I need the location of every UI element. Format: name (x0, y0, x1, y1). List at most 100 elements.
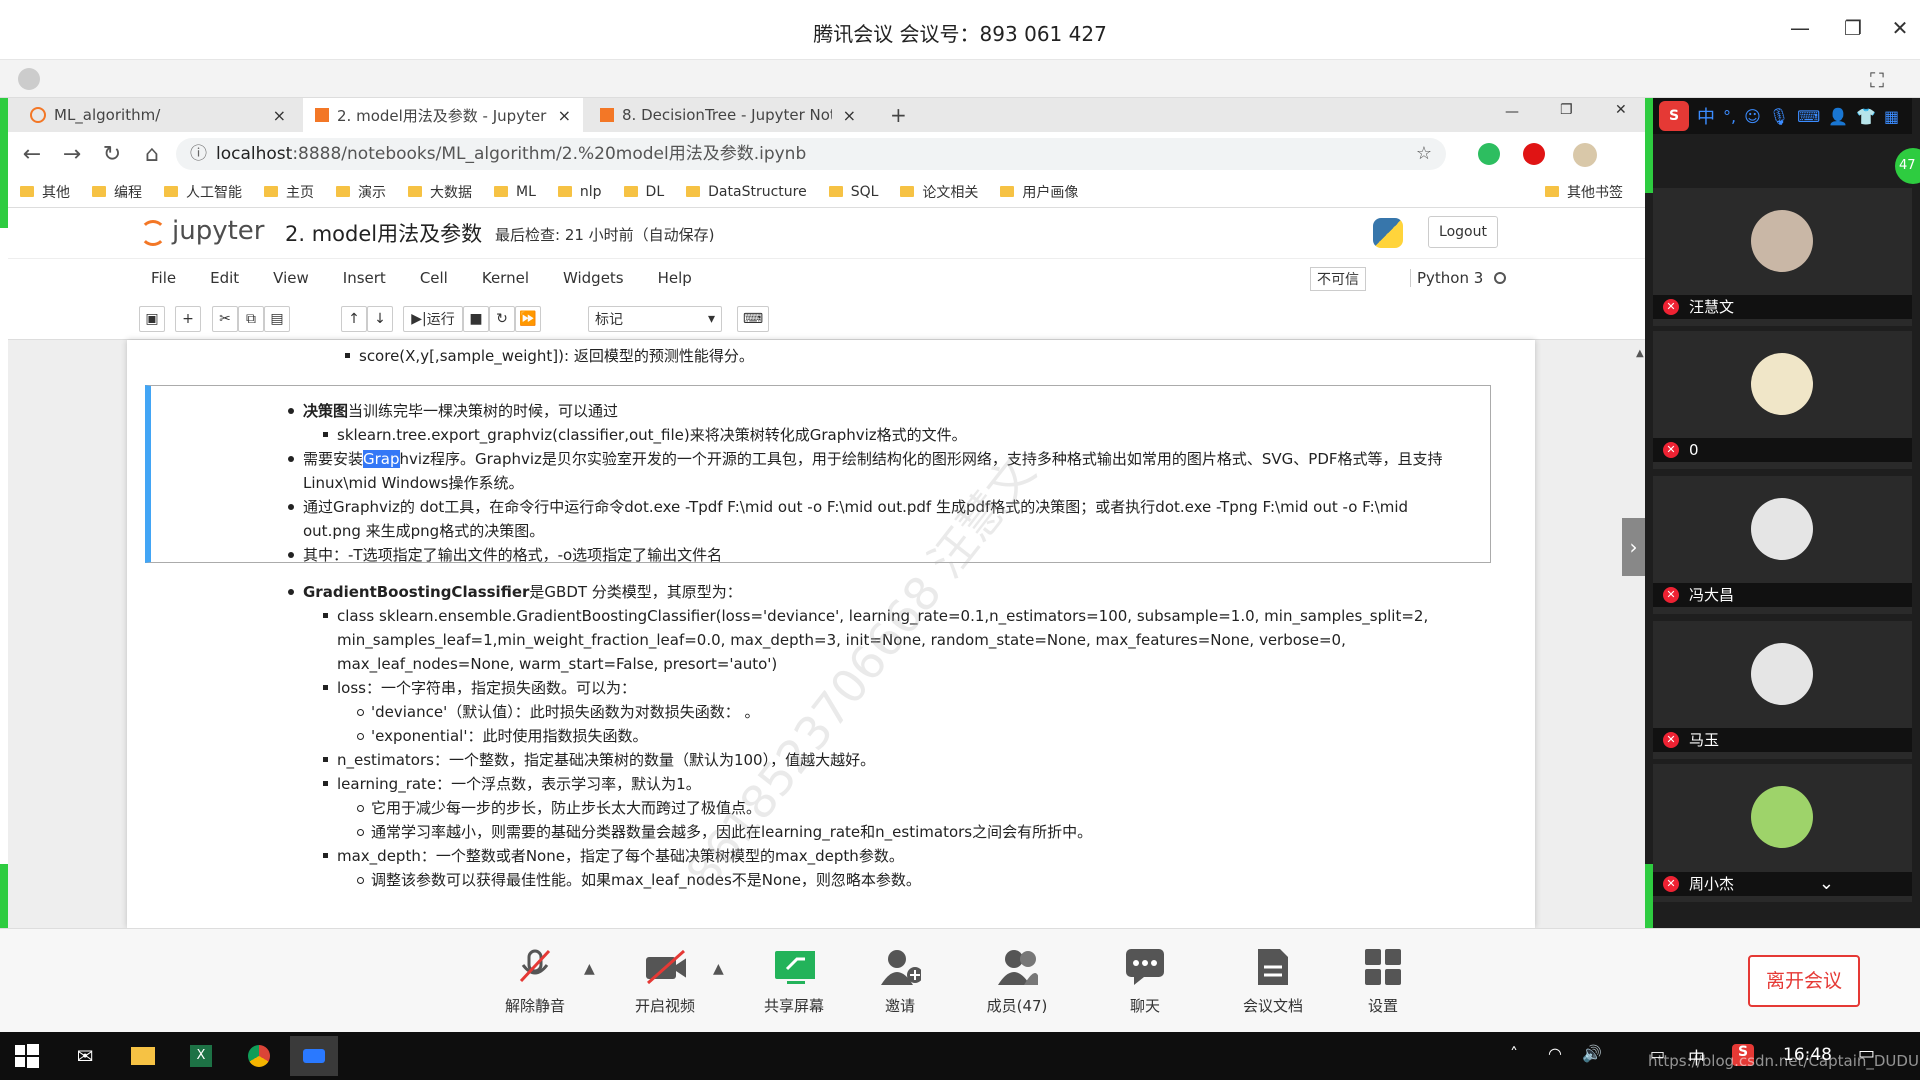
cut-icon[interactable]: ✂ (212, 306, 238, 332)
bookmark-item[interactable]: 用户画像 (1000, 182, 1078, 202)
members-button[interactable]: 成员(47) (962, 947, 1072, 1016)
tab-close-icon[interactable]: × (273, 106, 286, 125)
ime-chinese-label[interactable]: 中 (1697, 103, 1715, 129)
share-screen-button[interactable]: 共享屏幕 (739, 947, 849, 1016)
close-icon[interactable]: ✕ (1885, 16, 1915, 40)
profile-avatar[interactable] (1573, 143, 1597, 167)
url-input[interactable]: ⓘ localhost:8888/notebooks/ML_algorithm/… (176, 138, 1446, 170)
paste-icon[interactable]: ▤ (264, 306, 290, 332)
scroll-up-icon[interactable]: ▲ (1636, 348, 1644, 359)
mic-options-icon[interactable]: ▲ (584, 961, 595, 977)
bookmark-item[interactable]: DataStructure (686, 184, 807, 200)
notebook-title[interactable]: 2. model用法及参数 (285, 218, 482, 248)
bookmark-item[interactable]: DL (623, 184, 664, 200)
emoji-icon[interactable]: ☺ (1744, 107, 1761, 126)
mail-icon[interactable]: ✉ (68, 1040, 102, 1072)
chevron-up-icon[interactable]: ˄ (1510, 1044, 1518, 1063)
windows-start-icon[interactable] (10, 1040, 44, 1072)
menu-insert[interactable]: Insert (343, 269, 386, 287)
new-tab-button[interactable]: + (878, 98, 919, 132)
unmute-button[interactable]: 解除静音 (480, 947, 590, 1016)
folder-icon (92, 186, 106, 197)
logout-button[interactable]: Logout (1428, 216, 1498, 248)
excel-icon[interactable]: X (184, 1040, 218, 1072)
move-down-icon[interactable]: ↓ (367, 306, 393, 332)
bookmark-item[interactable]: 其他 (20, 182, 70, 202)
restore-icon[interactable]: ❐ (1838, 16, 1868, 40)
keyboard-icon[interactable]: ⌨ (1797, 107, 1820, 126)
bookmark-item[interactable]: 人工智能 (164, 182, 242, 202)
menu-view[interactable]: View (273, 269, 309, 287)
tab-decision-tree[interactable]: 8. DecisionTree - Jupyter Not × (588, 98, 868, 132)
text: sklearn.tree.export_graphviz(classifier,… (337, 426, 967, 444)
markdown-cell[interactable]: GradientBoostingClassifier是GBDT 分类模型，其原型… (145, 568, 1491, 928)
tab-ml-algorithm[interactable]: ML_algorithm/ × (18, 98, 298, 132)
run-button[interactable]: ▶| 运行 (403, 306, 463, 332)
browser-restore-icon[interactable]: ❐ (1560, 102, 1573, 118)
bookmark-item[interactable]: SQL (828, 184, 878, 200)
invite-button[interactable]: 邀请 (845, 947, 955, 1016)
menu-help[interactable]: Help (658, 269, 692, 287)
keyboard-icon[interactable]: ⌨ (737, 306, 769, 332)
menu-edit[interactable]: Edit (210, 269, 239, 287)
menu-kernel[interactable]: Kernel (482, 269, 529, 287)
start-video-button[interactable]: 开启视频 (610, 947, 720, 1016)
evernote-extension-icon[interactable] (1478, 143, 1500, 165)
bookmark-item[interactable]: 论文相关 (900, 182, 978, 202)
bookmark-star-icon[interactable]: ☆ (1416, 138, 1432, 170)
bookmark-item[interactable]: 演示 (336, 182, 386, 202)
file-explorer-icon[interactable] (126, 1040, 160, 1072)
reload-icon[interactable]: ↻ (92, 142, 132, 167)
insert-cell-icon[interactable]: + (175, 306, 201, 332)
fullscreen-icon[interactable]: ⛶ (1870, 68, 1884, 92)
volume-icon[interactable]: 🔊 (1582, 1044, 1602, 1063)
restart-icon[interactable]: ↻ (489, 306, 515, 332)
tab-close-icon[interactable]: × (558, 106, 571, 125)
user-icon[interactable]: 👤 (1828, 107, 1848, 126)
wifi-icon[interactable]: ◠ (1548, 1044, 1562, 1063)
copy-icon[interactable]: ⧉ (238, 306, 264, 332)
leave-meeting-button[interactable]: 离开会议 (1748, 955, 1860, 1007)
menu-file[interactable]: File (151, 269, 176, 287)
adblock-extension-icon[interactable] (1523, 143, 1545, 165)
bookmark-item[interactable]: nlp (557, 184, 602, 200)
move-up-icon[interactable]: ↑ (341, 306, 367, 332)
list-item: 通过Graphviz的 dot工具，在命令行中运行命令dot.exe -Tpdf… (283, 495, 1463, 543)
minimize-icon[interactable]: — (1785, 16, 1815, 40)
other-bookmarks[interactable]: 其他书签 (1545, 182, 1623, 202)
bookmark-item[interactable]: 主页 (264, 182, 314, 202)
chevron-down-icon[interactable]: ⌄ (1819, 872, 1834, 896)
punctuation-icon[interactable]: °, (1723, 107, 1736, 126)
bookmark-item[interactable]: 大数据 (408, 182, 472, 202)
meeting-docs-button[interactable]: 会议文档 (1218, 947, 1328, 1016)
restart-run-all-icon[interactable]: ⏩ (515, 306, 541, 332)
chrome-icon[interactable] (242, 1040, 276, 1072)
menu-cell[interactable]: Cell (420, 269, 448, 287)
stop-icon[interactable]: ■ (463, 306, 489, 332)
markdown-cell-selected[interactable]: 决策图当训练完毕一棵决策树的时候，可以通过 sklearn.tree.expor… (145, 385, 1491, 564)
browser-minimize-icon[interactable]: — (1505, 104, 1519, 120)
save-icon[interactable]: ▣ (139, 306, 165, 332)
tab-close-icon[interactable]: × (843, 106, 856, 125)
chat-button[interactable]: 聊天 (1090, 947, 1200, 1016)
menu-widgets[interactable]: Widgets (563, 269, 624, 287)
forward-icon[interactable]: → (52, 142, 92, 167)
voice-icon[interactable]: 🎙 (1769, 107, 1789, 126)
participant-count-badge[interactable]: 47 (1895, 148, 1920, 184)
cell-type-select[interactable]: 标记 ▾ (588, 306, 722, 332)
video-options-icon[interactable]: ▲ (713, 961, 724, 977)
windows-taskbar: ✉ X ˄ ◠ 🔊 ▭ 中 S 16:48 ▭ https://blog.csd… (0, 1032, 1920, 1080)
tencent-meeting-icon[interactable] (290, 1036, 338, 1076)
tab-model-usage[interactable]: 2. model用法及参数 - Jupyter N × (303, 98, 583, 132)
trust-indicator[interactable]: 不可信 (1310, 267, 1366, 291)
browser-close-icon[interactable]: ✕ (1615, 102, 1627, 118)
skin-icon[interactable]: 👕 (1856, 107, 1876, 126)
settings-button[interactable]: 设置 (1328, 947, 1438, 1016)
grid-icon[interactable]: ▦ (1884, 107, 1899, 126)
back-icon[interactable]: ← (12, 142, 52, 167)
home-icon[interactable]: ⌂ (132, 142, 172, 167)
chevron-right-icon[interactable]: › (1622, 518, 1645, 576)
share-screen-icon (773, 947, 815, 987)
bookmark-item[interactable]: ML (494, 184, 536, 200)
bookmark-item[interactable]: 编程 (92, 182, 142, 202)
